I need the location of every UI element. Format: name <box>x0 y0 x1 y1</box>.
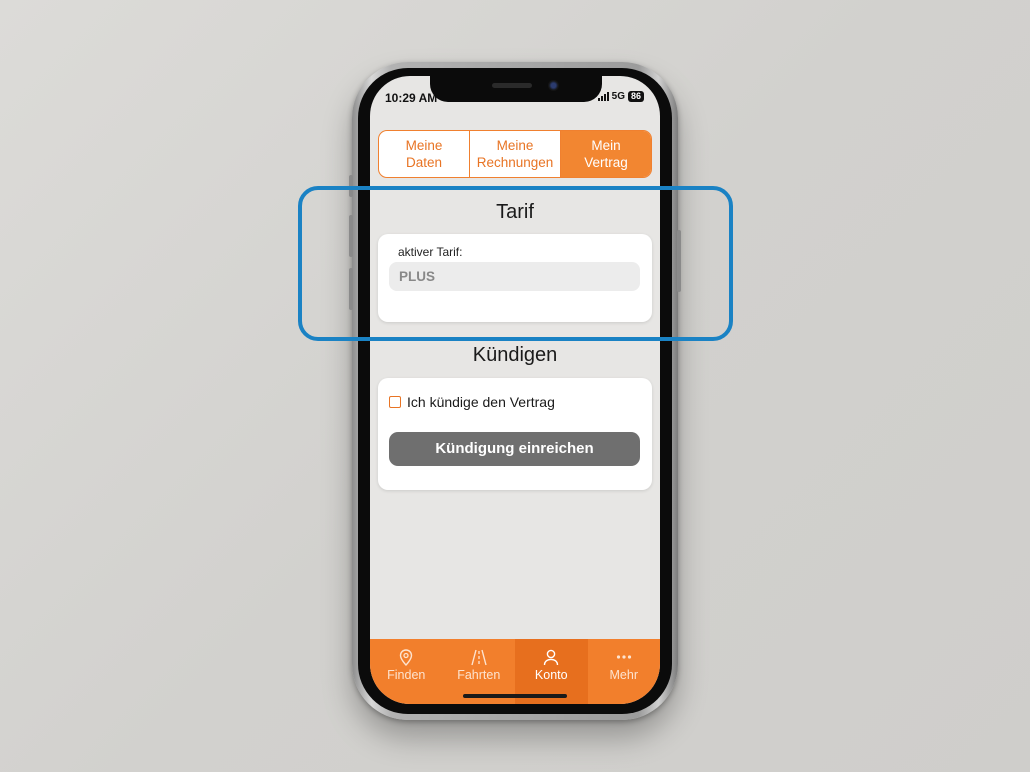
earpiece-speaker <box>492 83 532 88</box>
submit-cancellation-button[interactable]: Kündigung einreichen <box>389 432 640 466</box>
cancel-confirm-label[interactable]: Ich kündige den Vertrag <box>407 394 555 410</box>
cancellation-card: Ich kündige den Vertrag Kündigung einrei… <box>378 378 652 490</box>
home-indicator[interactable] <box>463 694 567 698</box>
front-camera <box>548 80 559 91</box>
tab-meine-daten[interactable]: Meine Daten <box>379 131 470 177</box>
more-dots-icon <box>616 648 632 666</box>
kuendigen-heading: Kündigen <box>472 344 558 366</box>
nav-label-fahrten: Fahrten <box>457 668 501 682</box>
user-icon <box>543 648 559 666</box>
network-type: 5G <box>611 91 625 102</box>
nav-label-konto: Konto <box>534 668 568 682</box>
nav-label-mehr: Mehr <box>609 668 638 682</box>
status-indicators: 5G 86 <box>597 91 644 102</box>
battery-icon: 86 <box>627 91 644 102</box>
cancel-confirm-checkbox[interactable] <box>389 396 401 408</box>
nav-item-finden[interactable]: Finden <box>370 639 443 704</box>
account-tabs: Meine Daten Meine Rechnungen Mein Vertra… <box>378 130 652 178</box>
nav-label-finden: Finden <box>387 668 426 682</box>
cancel-confirm-row[interactable]: Ich kündige den Vertrag <box>389 394 555 410</box>
tab-meine-rechnungen[interactable]: Meine Rechnungen <box>470 131 561 177</box>
nav-item-mehr[interactable]: Mehr <box>588 639 661 704</box>
status-time: 10:29 AM <box>385 91 438 105</box>
tab-mein-vertrag[interactable]: Mein Vertrag <box>561 131 651 177</box>
location-pin-icon <box>399 648 413 666</box>
phone-screen: 10:29 AM 5G 86 Meine Daten Meine Rechnun… <box>370 76 660 704</box>
road-icon <box>470 648 488 666</box>
tarif-highlight-frame <box>298 186 733 341</box>
notch <box>430 76 602 102</box>
